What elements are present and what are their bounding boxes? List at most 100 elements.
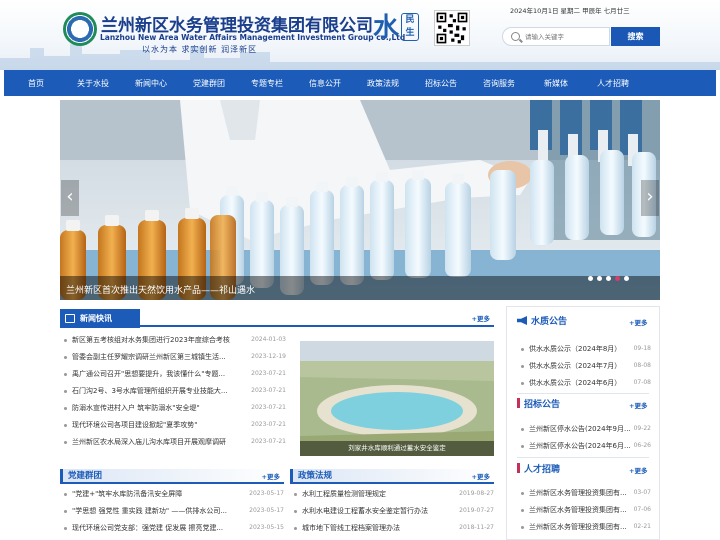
company-name-en: Lanzhou New Area Water Affairs Managemen… bbox=[100, 33, 406, 42]
slider-dot-3[interactable] bbox=[606, 276, 611, 281]
water-quality-more-link[interactable]: +更多 bbox=[629, 317, 647, 327]
slider-next-icon[interactable]: › bbox=[641, 180, 659, 216]
policy-item-title[interactable]: 水利工程质量检测管理规定 bbox=[302, 486, 452, 502]
party-item-title[interactable]: "学思想 强党性 重实践 建新功" ——供排水公司... bbox=[72, 503, 240, 519]
list-item[interactable]: 兰州新区水务管理投资集团有... 07-06 bbox=[517, 502, 651, 518]
bullet-icon bbox=[64, 510, 67, 513]
list-item[interactable]: "学思想 强党性 重实践 建新功" ——供排水公司... 2023-05-17 bbox=[60, 503, 284, 519]
recruit-item-title[interactable]: 兰州新区水务管理投资集团有... bbox=[529, 502, 633, 518]
party-item-date: 2023-05-17 bbox=[249, 507, 284, 514]
news-item-title[interactable]: 防溺水宣传进村入户 筑牢防溺水"安全堤" bbox=[72, 400, 242, 416]
hero-slider[interactable]: 兰州新区首次推出天然饮用水产品——祁山遇水 bbox=[60, 100, 660, 300]
recruit-more-link[interactable]: +更多 bbox=[629, 465, 647, 475]
recruit-item-title[interactable]: 兰州新区水务管理投资集团有... bbox=[529, 485, 633, 501]
bullet-icon bbox=[64, 441, 67, 444]
water-livelihood-seal-icon: 水 民生 bbox=[373, 7, 423, 45]
water-quality-title: 水质公告 bbox=[517, 314, 567, 327]
news-item-title[interactable]: 石门沟2号、3号水库管理所组织开展专业技能大... bbox=[72, 383, 242, 399]
news-item-title[interactable]: 新区第五考核组对水务集团进行2023年度综合考核 bbox=[72, 332, 242, 348]
news-item-title[interactable]: 现代环境公司各项目建设掀起"夏季攻势" bbox=[72, 417, 242, 433]
search-input[interactable] bbox=[525, 30, 607, 43]
list-item[interactable]: 供水水质公示（2024年8月） 09-18 bbox=[517, 341, 651, 357]
policy-item-date: 2019-07-27 bbox=[459, 507, 494, 514]
news-photo[interactable]: 刘家井水库顺利通过蓄水安全鉴定 bbox=[300, 341, 494, 456]
news-item-title[interactable]: 兰州新区农水局深入庙儿沟水库项目开展观摩调研 bbox=[72, 434, 242, 450]
policy-list: 水利工程质量检测管理规定 2019-08-27 水利水电建设工程蓄水安全鉴定暂行办… bbox=[290, 486, 494, 537]
list-item[interactable]: 城市地下管线工程档案管理办法 2018-11-27 bbox=[290, 520, 494, 536]
bidding-more-link[interactable]: +更多 bbox=[629, 400, 647, 410]
bullet-icon bbox=[521, 492, 524, 495]
list-item[interactable]: 管委会副主任罗耀宗调研兰州新区第三城镇生活... 2023-12-19 bbox=[60, 349, 286, 365]
policy-item-date: 2019-08-27 bbox=[459, 490, 494, 497]
list-item[interactable]: 现代环境公司党支部：强党建 促发展 擦亮党建... 2023-05-15 bbox=[60, 520, 284, 536]
list-item[interactable]: 兰州新区农水局深入庙儿沟水库项目开展观摩调研 2023-07-21 bbox=[60, 434, 286, 450]
water-quality-item-title[interactable]: 供水水质公示（2024年7月） bbox=[529, 358, 629, 374]
nav-party[interactable]: 党建群团 bbox=[180, 78, 238, 89]
list-item[interactable]: 供水水质公示（2024年6月） 07-08 bbox=[517, 375, 651, 391]
policy-item-title[interactable]: 水利水电建设工程蓄水安全鉴定暂行办法 bbox=[302, 503, 452, 519]
news-item-date: 2023-07-21 bbox=[251, 387, 286, 394]
recruit-item-date: 07-06 bbox=[633, 506, 651, 513]
bullet-icon bbox=[64, 493, 67, 496]
list-item[interactable]: 禹广通公司召开"思想要提升，我该懂什么"专题... 2023-07-21 bbox=[60, 366, 286, 382]
bidding-item-title[interactable]: 兰州新区停水公告(2024年9月... bbox=[529, 421, 633, 437]
bidding-item-title[interactable]: 兰州新区停水公告(2024年6月... bbox=[529, 438, 633, 454]
list-item[interactable]: 新区第五考核组对水务集团进行2023年度综合考核 2024-01-03 bbox=[60, 332, 286, 348]
nav-recruitment[interactable]: 人才招聘 bbox=[584, 78, 642, 89]
recruit-item-title[interactable]: 兰州新区水务管理投资集团有... bbox=[529, 519, 633, 535]
news-item-date: 2023-07-21 bbox=[251, 370, 286, 377]
policy-more-link[interactable]: +更多 bbox=[472, 471, 490, 481]
bullet-icon bbox=[521, 365, 524, 368]
slider-dot-4[interactable] bbox=[615, 276, 620, 281]
list-item[interactable]: 水利水电建设工程蓄水安全鉴定暂行办法 2019-07-27 bbox=[290, 503, 494, 519]
list-item[interactable]: 供水水质公示（2024年7月） 08-08 bbox=[517, 358, 651, 374]
slider-prev-icon[interactable]: ‹ bbox=[61, 180, 79, 216]
list-item[interactable]: 兰州新区停水公告(2024年9月... 09-22 bbox=[517, 421, 651, 437]
bullet-icon bbox=[294, 493, 297, 496]
nav-consulting[interactable]: 咨询服务 bbox=[470, 78, 528, 89]
list-item[interactable]: 兰州新区水务管理投资集团有... 02-21 bbox=[517, 519, 651, 535]
list-item[interactable]: "党建+"筑牢水库防汛备汛安全屏障 2023-05-17 bbox=[60, 486, 284, 502]
news-item-date: 2023-07-21 bbox=[251, 404, 286, 411]
nav-special-topics[interactable]: 专题专栏 bbox=[238, 78, 296, 89]
nav-info-disclosure[interactable]: 信息公开 bbox=[296, 78, 354, 89]
list-item[interactable]: 现代环境公司各项目建设掀起"夏季攻势" 2023-07-21 bbox=[60, 417, 286, 433]
list-item[interactable]: 防溺水宣传进村入户 筑牢防溺水"安全堤" 2023-07-21 bbox=[60, 400, 286, 416]
nav-new-media[interactable]: 新媒体 bbox=[528, 78, 584, 89]
reservoir-aerial-image bbox=[300, 341, 494, 456]
nav-home[interactable]: 首页 bbox=[8, 78, 64, 89]
news-more-link[interactable]: +更多 bbox=[472, 313, 490, 323]
water-quality-item-date: 09-18 bbox=[633, 345, 651, 352]
recruit-title: 人才招聘 bbox=[517, 462, 560, 475]
news-photo-caption[interactable]: 刘家井水库顺利通过蓄水安全鉴定 bbox=[300, 441, 494, 456]
search-button[interactable]: 搜索 bbox=[611, 27, 660, 46]
list-item[interactable]: 兰州新区停水公告(2024年6月... 06-26 bbox=[517, 438, 651, 454]
qr-code-icon[interactable] bbox=[434, 10, 470, 46]
slider-dot-5[interactable] bbox=[624, 276, 629, 281]
bidding-title-text: 招标公告 bbox=[524, 400, 561, 410]
news-section-header: 新闻快讯 +更多 bbox=[60, 309, 494, 328]
nav-policy[interactable]: 政策法规 bbox=[354, 78, 412, 89]
news-item-title[interactable]: 管委会副主任罗耀宗调研兰州新区第三城镇生活... bbox=[72, 349, 242, 365]
slider-caption[interactable]: 兰州新区首次推出天然饮用水产品——祁山遇水 bbox=[66, 283, 255, 296]
party-item-title[interactable]: 现代环境公司党支部：强党建 促发展 擦亮党建... bbox=[72, 520, 240, 536]
slider-dot-1[interactable] bbox=[588, 276, 593, 281]
recruit-item-date: 02-21 bbox=[633, 523, 651, 530]
news-item-title[interactable]: 禹广通公司召开"思想要提升，我该懂什么"专题... bbox=[72, 366, 242, 382]
slider-dot-2[interactable] bbox=[597, 276, 602, 281]
nav-about[interactable]: 关于水投 bbox=[64, 78, 122, 89]
list-item[interactable]: 水利工程质量检测管理规定 2019-08-27 bbox=[290, 486, 494, 502]
water-quality-item-title[interactable]: 供水水质公示（2024年6月） bbox=[529, 375, 629, 391]
policy-item-title[interactable]: 城市地下管线工程档案管理办法 bbox=[302, 520, 452, 536]
party-item-title[interactable]: "党建+"筑牢水库防汛备汛安全屏障 bbox=[72, 486, 240, 502]
bullet-icon bbox=[64, 407, 67, 410]
list-item[interactable]: 兰州新区水务管理投资集团有... 03-07 bbox=[517, 485, 651, 501]
bullet-icon bbox=[64, 424, 67, 427]
water-quality-item-title[interactable]: 供水水质公示（2024年8月） bbox=[529, 341, 629, 357]
nav-bidding[interactable]: 招标公告 bbox=[412, 78, 470, 89]
party-more-link[interactable]: +更多 bbox=[262, 471, 280, 481]
nav-news-center[interactable]: 新闻中心 bbox=[122, 78, 180, 89]
list-item[interactable]: 石门沟2号、3号水库管理所组织开展专业技能大... 2023-07-21 bbox=[60, 383, 286, 399]
company-logo-icon[interactable] bbox=[63, 12, 97, 46]
news-item-date: 2023-07-21 bbox=[251, 438, 286, 445]
